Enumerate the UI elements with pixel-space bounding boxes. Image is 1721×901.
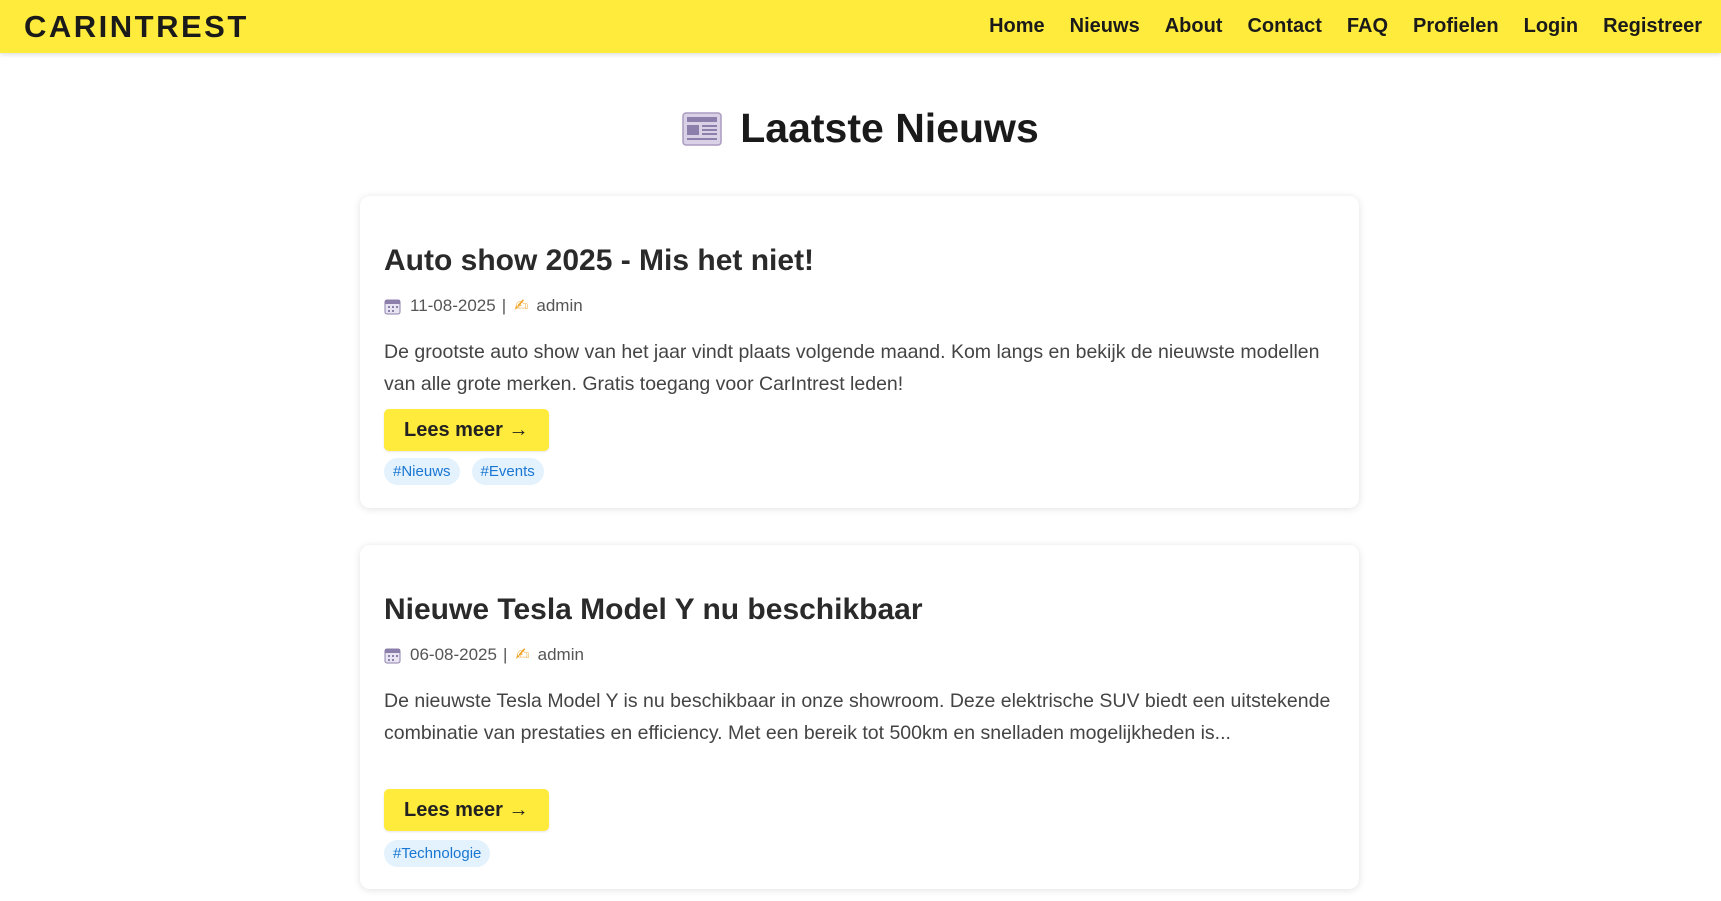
writing-hand-icon: ✍ (515, 645, 530, 664)
article-excerpt: De nieuwste Tesla Model Y is nu beschikb… (384, 690, 1331, 744)
tag-technologie[interactable]: #Technologie (384, 840, 491, 867)
news-card: Auto show 2025 - Mis het niet! 11-08-202… (360, 196, 1359, 508)
writing-hand-icon: ✍ (514, 296, 529, 315)
article-date: 11-08-2025 (410, 296, 496, 315)
page-title: Laatste Nieuws (740, 105, 1039, 151)
site-logo[interactable]: CARINTREST (24, 9, 249, 45)
top-navbar: CARINTREST Home Nieuws About Contact FAQ… (0, 0, 1721, 53)
article-excerpt: De grootste auto show van het jaar vindt… (384, 341, 1320, 395)
nav-nieuws[interactable]: Nieuws (1070, 15, 1140, 38)
nav-contact[interactable]: Contact (1247, 15, 1321, 38)
meta-separator: | (501, 296, 507, 315)
nav-about[interactable]: About (1165, 15, 1223, 38)
nav-faq[interactable]: FAQ (1347, 15, 1388, 38)
nav-profielen[interactable]: Profielen (1413, 15, 1499, 38)
article-title[interactable]: Auto show 2025 - Mis het niet! (384, 244, 814, 278)
read-more-button[interactable]: Lees meer → (384, 409, 549, 451)
article-meta: 06-08-2025 | ✍ admin (384, 645, 584, 665)
newspaper-icon (682, 111, 722, 146)
article-title[interactable]: Nieuwe Tesla Model Y nu beschikbaar (384, 593, 923, 627)
page-heading: Laatste Nieuws (0, 105, 1721, 152)
nav-login[interactable]: Login (1524, 15, 1578, 38)
article-author: admin (536, 296, 583, 315)
calendar-icon (384, 299, 401, 314)
read-more-button[interactable]: Lees meer → (384, 789, 549, 831)
news-card: Nieuwe Tesla Model Y nu beschikbaar 06-0… (360, 545, 1359, 889)
meta-separator: | (502, 645, 508, 664)
nav-home[interactable]: Home (989, 15, 1045, 38)
calendar-icon (384, 648, 401, 663)
nav-registreer[interactable]: Registreer (1603, 15, 1702, 38)
article-author: admin (537, 645, 584, 664)
main-nav: Home Nieuws About Contact FAQ Profielen … (989, 15, 1702, 38)
article-date: 06-08-2025 (410, 645, 497, 664)
tag-nieuws[interactable]: #Nieuws (384, 458, 460, 485)
tag-events[interactable]: #Events (471, 458, 544, 485)
tag-list: #Nieuws #Events (384, 458, 544, 485)
tag-list: #Technologie (384, 840, 491, 867)
article-meta: 11-08-2025 | ✍ admin (384, 296, 583, 316)
